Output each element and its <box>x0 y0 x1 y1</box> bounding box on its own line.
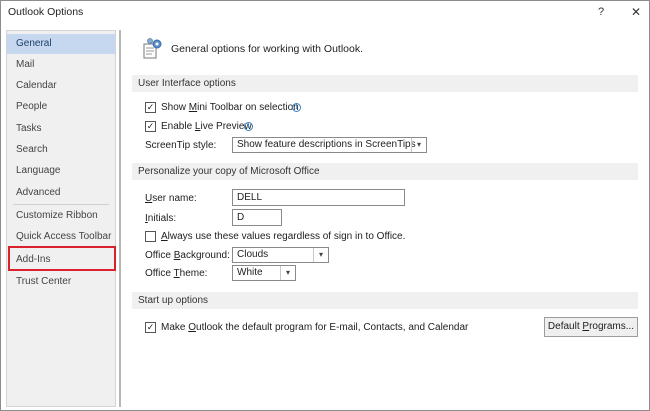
add-ins-highlight-box <box>8 246 116 271</box>
options-sidebar: General Mail Calendar People Tasks Searc… <box>6 30 116 407</box>
screentip-style-label: ScreenTip style: <box>145 140 217 151</box>
sidebar-item-calendar[interactable]: Calendar <box>7 76 115 96</box>
sidebar-divider <box>13 204 109 205</box>
section-personalize-office: Personalize your copy of Microsoft Offic… <box>132 163 638 180</box>
outlook-options-dialog: Outlook Options ? ✕ General Mail Calenda… <box>0 0 650 411</box>
office-background-label: Office Background: <box>145 250 230 261</box>
office-theme-value: White <box>237 267 263 278</box>
chevron-down-icon[interactable]: ▾ <box>280 266 295 280</box>
sidebar-item-advanced[interactable]: Advanced <box>7 183 115 203</box>
mini-toolbar-checkbox[interactable]: ✓ <box>145 102 156 113</box>
office-background-value: Clouds <box>237 249 269 260</box>
office-theme-label: Office Theme: <box>145 268 208 279</box>
default-program-checkbox[interactable]: ✓ <box>145 322 156 333</box>
initials-input[interactable]: D <box>232 209 282 226</box>
username-input[interactable]: DELL <box>232 189 405 206</box>
sidebar-item-trust-center[interactable]: Trust Center <box>7 272 115 292</box>
screentip-style-value: Show feature descriptions in ScreenTips <box>237 139 416 150</box>
sidebar-item-quick-access-toolbar[interactable]: Quick Access Toolbar <box>7 227 115 247</box>
sidebar-item-general[interactable]: General <box>7 34 115 54</box>
help-button[interactable]: ? <box>593 4 609 21</box>
sidebar-item-tasks[interactable]: Tasks <box>7 119 115 139</box>
live-preview-label: Enable Live Preview <box>161 121 252 132</box>
default-programs-button[interactable]: Default Programs... <box>544 317 638 337</box>
screentip-style-select[interactable]: Show feature descriptions in ScreenTips … <box>232 137 427 153</box>
sidebar-item-search[interactable]: Search <box>7 140 115 160</box>
default-program-label: Make Outlook the default program for E-m… <box>161 322 469 333</box>
chevron-down-icon[interactable]: ▾ <box>411 138 426 152</box>
close-button[interactable]: ✕ <box>628 4 644 21</box>
sidebar-item-mail[interactable]: Mail <box>7 55 115 75</box>
title-bar: Outlook Options ? ✕ <box>1 1 649 25</box>
general-options-header: General options for working with Outlook… <box>171 43 364 55</box>
section-user-interface-options: User Interface options <box>132 75 638 92</box>
section-start-up-options: Start up options <box>132 292 638 309</box>
always-use-values-label: Always use these values regardless of si… <box>161 231 406 242</box>
initials-label: Initials: <box>145 213 177 224</box>
live-preview-checkbox[interactable]: ✓ <box>145 121 156 132</box>
always-use-values-checkbox[interactable] <box>145 231 156 242</box>
sidebar-item-language[interactable]: Language <box>7 161 115 181</box>
chevron-down-icon[interactable]: ▾ <box>313 248 328 262</box>
sidebar-item-people[interactable]: People <box>7 97 115 117</box>
live-preview-info-icon: i <box>244 122 253 131</box>
sidebar-item-customize-ribbon[interactable]: Customize Ribbon <box>7 206 115 226</box>
office-theme-select[interactable]: White ▾ <box>232 265 296 281</box>
window-title: Outlook Options <box>8 6 84 18</box>
general-options-icon <box>143 38 162 59</box>
office-background-select[interactable]: Clouds ▾ <box>232 247 329 263</box>
mini-toolbar-label: Show Mini Toolbar on selection <box>161 102 299 113</box>
mini-toolbar-info-icon: i <box>292 103 301 112</box>
username-label: User name: <box>145 193 197 204</box>
pane-divider <box>119 30 121 407</box>
